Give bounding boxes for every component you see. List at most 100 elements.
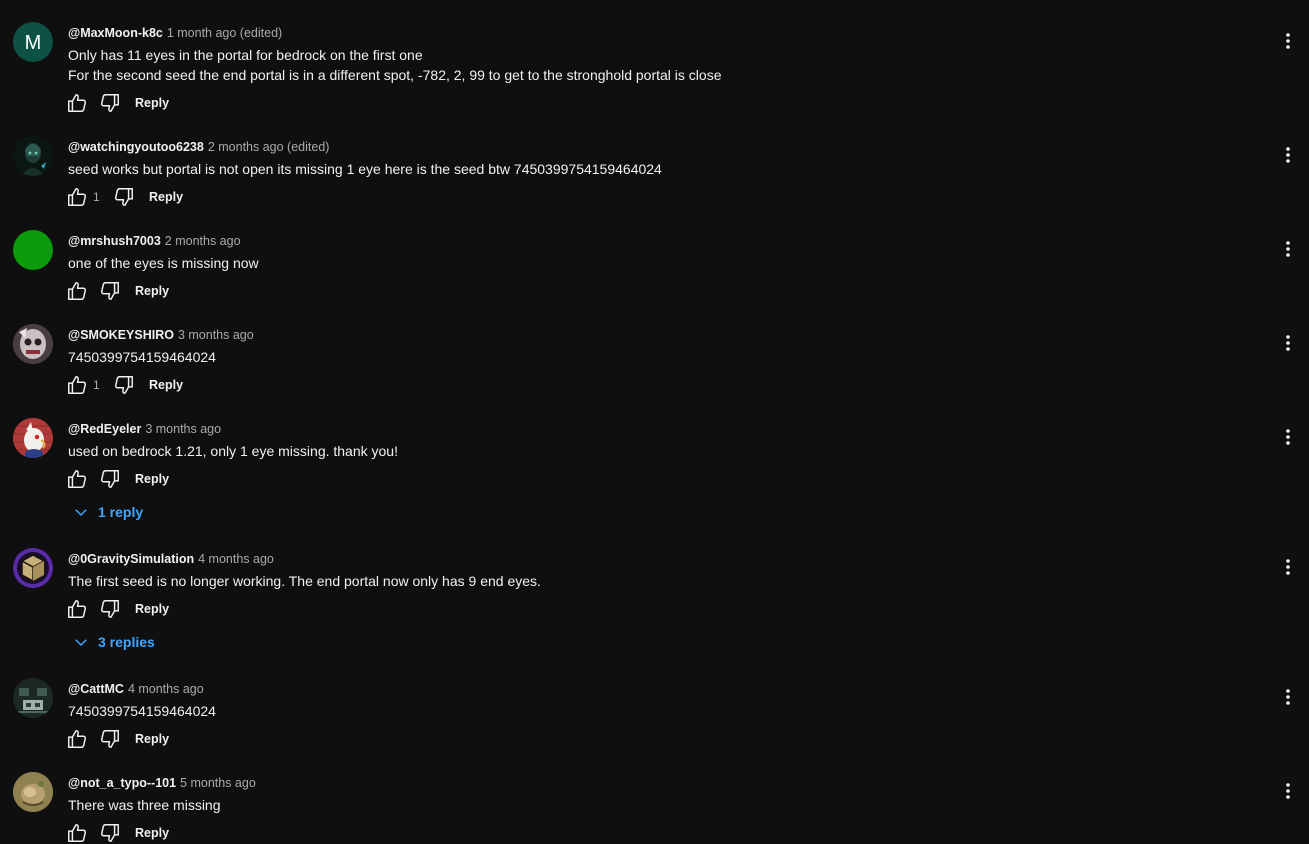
more-actions-button[interactable] [1278, 779, 1298, 803]
comment-time[interactable]: 1 month ago (edited) [167, 26, 282, 40]
comment-time[interactable]: 3 months ago [178, 328, 254, 342]
reply-button[interactable]: Reply [135, 284, 169, 298]
comment-author[interactable]: @not_a_typo--101 [68, 776, 176, 790]
comment-text-line: There was three missing [68, 797, 221, 813]
dislike-button[interactable] [99, 598, 121, 620]
avatar[interactable]: M [13, 22, 53, 62]
thumbs-up-icon [68, 282, 87, 300]
more-actions-button[interactable] [1278, 237, 1298, 261]
comment-time[interactable]: 4 months ago [128, 682, 204, 696]
comment-text-line: seed works but portal is not open its mi… [68, 161, 662, 177]
thumbs-up-icon [68, 376, 87, 394]
comment-text: Only has 11 eyes in the portal for bedro… [68, 45, 721, 85]
comment-actions: Reply [66, 92, 169, 114]
avatar-letter: M [25, 32, 42, 54]
more-actions-button[interactable] [1278, 331, 1298, 355]
comment-time[interactable]: 3 months ago [145, 422, 221, 436]
thumbs-down-icon [100, 600, 119, 618]
comment-header: @SMOKEYSHIRO 3 months ago [68, 327, 254, 343]
comment-actions: 1 Reply [66, 186, 183, 208]
comment-text: There was three missing [68, 795, 221, 815]
like-button[interactable] [66, 92, 88, 114]
comment-actions: Reply [66, 468, 169, 490]
more-actions-button[interactable] [1278, 425, 1298, 449]
more-actions-button[interactable] [1278, 685, 1298, 709]
thumbs-down-icon [100, 824, 119, 842]
like-button[interactable] [66, 822, 88, 844]
like-button[interactable] [66, 598, 88, 620]
reply-button[interactable]: Reply [149, 190, 183, 204]
thumbs-up-icon [68, 600, 87, 618]
dislike-button[interactable] [99, 468, 121, 490]
avatar[interactable] [13, 772, 53, 812]
comment-author[interactable]: @0GravitySimulation [68, 552, 194, 566]
comment-text: seed works but portal is not open its mi… [68, 159, 662, 179]
comment-author[interactable]: @SMOKEYSHIRO [68, 328, 174, 342]
comment-actions: Reply [66, 728, 169, 750]
dislike-button[interactable] [99, 822, 121, 844]
view-replies-button[interactable]: 3 replies [72, 630, 155, 654]
like-button[interactable] [66, 280, 88, 302]
kebab-menu-icon [1286, 429, 1290, 445]
thumbs-up-icon [68, 94, 87, 112]
comment-text-line: one of the eyes is missing now [68, 255, 259, 271]
dislike-button[interactable] [113, 374, 135, 396]
comment-text-line: For the second seed the end portal is in… [68, 67, 722, 83]
comment-header: @RedEyeler 3 months ago [68, 421, 221, 437]
thumbs-down-icon [114, 188, 133, 206]
avatar[interactable] [13, 548, 53, 588]
reply-button[interactable]: Reply [149, 378, 183, 392]
avatar[interactable] [13, 230, 53, 270]
dislike-button[interactable] [113, 186, 135, 208]
comment-author[interactable]: @mrshush7003 [68, 234, 161, 248]
avatar[interactable] [13, 678, 53, 718]
comment-header: @mrshush7003 2 months ago [68, 233, 241, 249]
comment-actions: Reply [66, 280, 169, 302]
reply-button[interactable]: Reply [135, 472, 169, 486]
like-button[interactable] [66, 374, 88, 396]
avatar[interactable] [13, 324, 53, 364]
comment-header: @MaxMoon-k8c 1 month ago (edited) [68, 25, 282, 41]
comment-time[interactable]: 5 months ago [180, 776, 256, 790]
comment-time[interactable]: 2 months ago [165, 234, 241, 248]
kebab-menu-icon [1286, 689, 1290, 705]
comment-text-line: 7450399754159464024 [68, 703, 216, 719]
comment-author[interactable]: @watchingyoutoo6238 [68, 140, 204, 154]
comment-author[interactable]: @RedEyeler [68, 422, 141, 436]
comment-time[interactable]: 4 months ago [198, 552, 274, 566]
like-button[interactable] [66, 468, 88, 490]
comment-text: 7450399754159464024 [68, 701, 216, 721]
more-actions-button[interactable] [1278, 555, 1298, 579]
like-button[interactable] [66, 728, 88, 750]
comment-time[interactable]: 2 months ago (edited) [208, 140, 330, 154]
dislike-button[interactable] [99, 728, 121, 750]
thumbs-down-icon [100, 470, 119, 488]
comment-actions: Reply [66, 822, 169, 844]
chevron-down-icon [75, 639, 87, 647]
thumbs-down-icon [100, 282, 119, 300]
dislike-button[interactable] [99, 280, 121, 302]
comment-header: @0GravitySimulation 4 months ago [68, 551, 274, 567]
comment-author[interactable]: @CattMC [68, 682, 124, 696]
reply-button[interactable]: Reply [135, 732, 169, 746]
replies-count-label: 3 replies [98, 634, 155, 650]
comment-header: @CattMC 4 months ago [68, 681, 204, 697]
like-count: 1 [93, 378, 100, 392]
comment-text: The first seed is no longer working. The… [68, 571, 541, 591]
avatar[interactable] [13, 136, 53, 176]
reply-button[interactable]: Reply [135, 96, 169, 110]
comment-actions: 1 Reply [66, 374, 183, 396]
dislike-button[interactable] [99, 92, 121, 114]
reply-button[interactable]: Reply [135, 602, 169, 616]
comment-text: one of the eyes is missing now [68, 253, 259, 273]
avatar[interactable] [13, 418, 53, 458]
view-replies-button[interactable]: 1 reply [72, 500, 143, 524]
kebab-menu-icon [1286, 559, 1290, 575]
comment-author[interactable]: @MaxMoon-k8c [68, 26, 163, 40]
reply-button[interactable]: Reply [135, 826, 169, 840]
like-button[interactable] [66, 186, 88, 208]
kebab-menu-icon [1286, 241, 1290, 257]
more-actions-button[interactable] [1278, 29, 1298, 53]
comment-actions: Reply [66, 598, 169, 620]
more-actions-button[interactable] [1278, 143, 1298, 167]
